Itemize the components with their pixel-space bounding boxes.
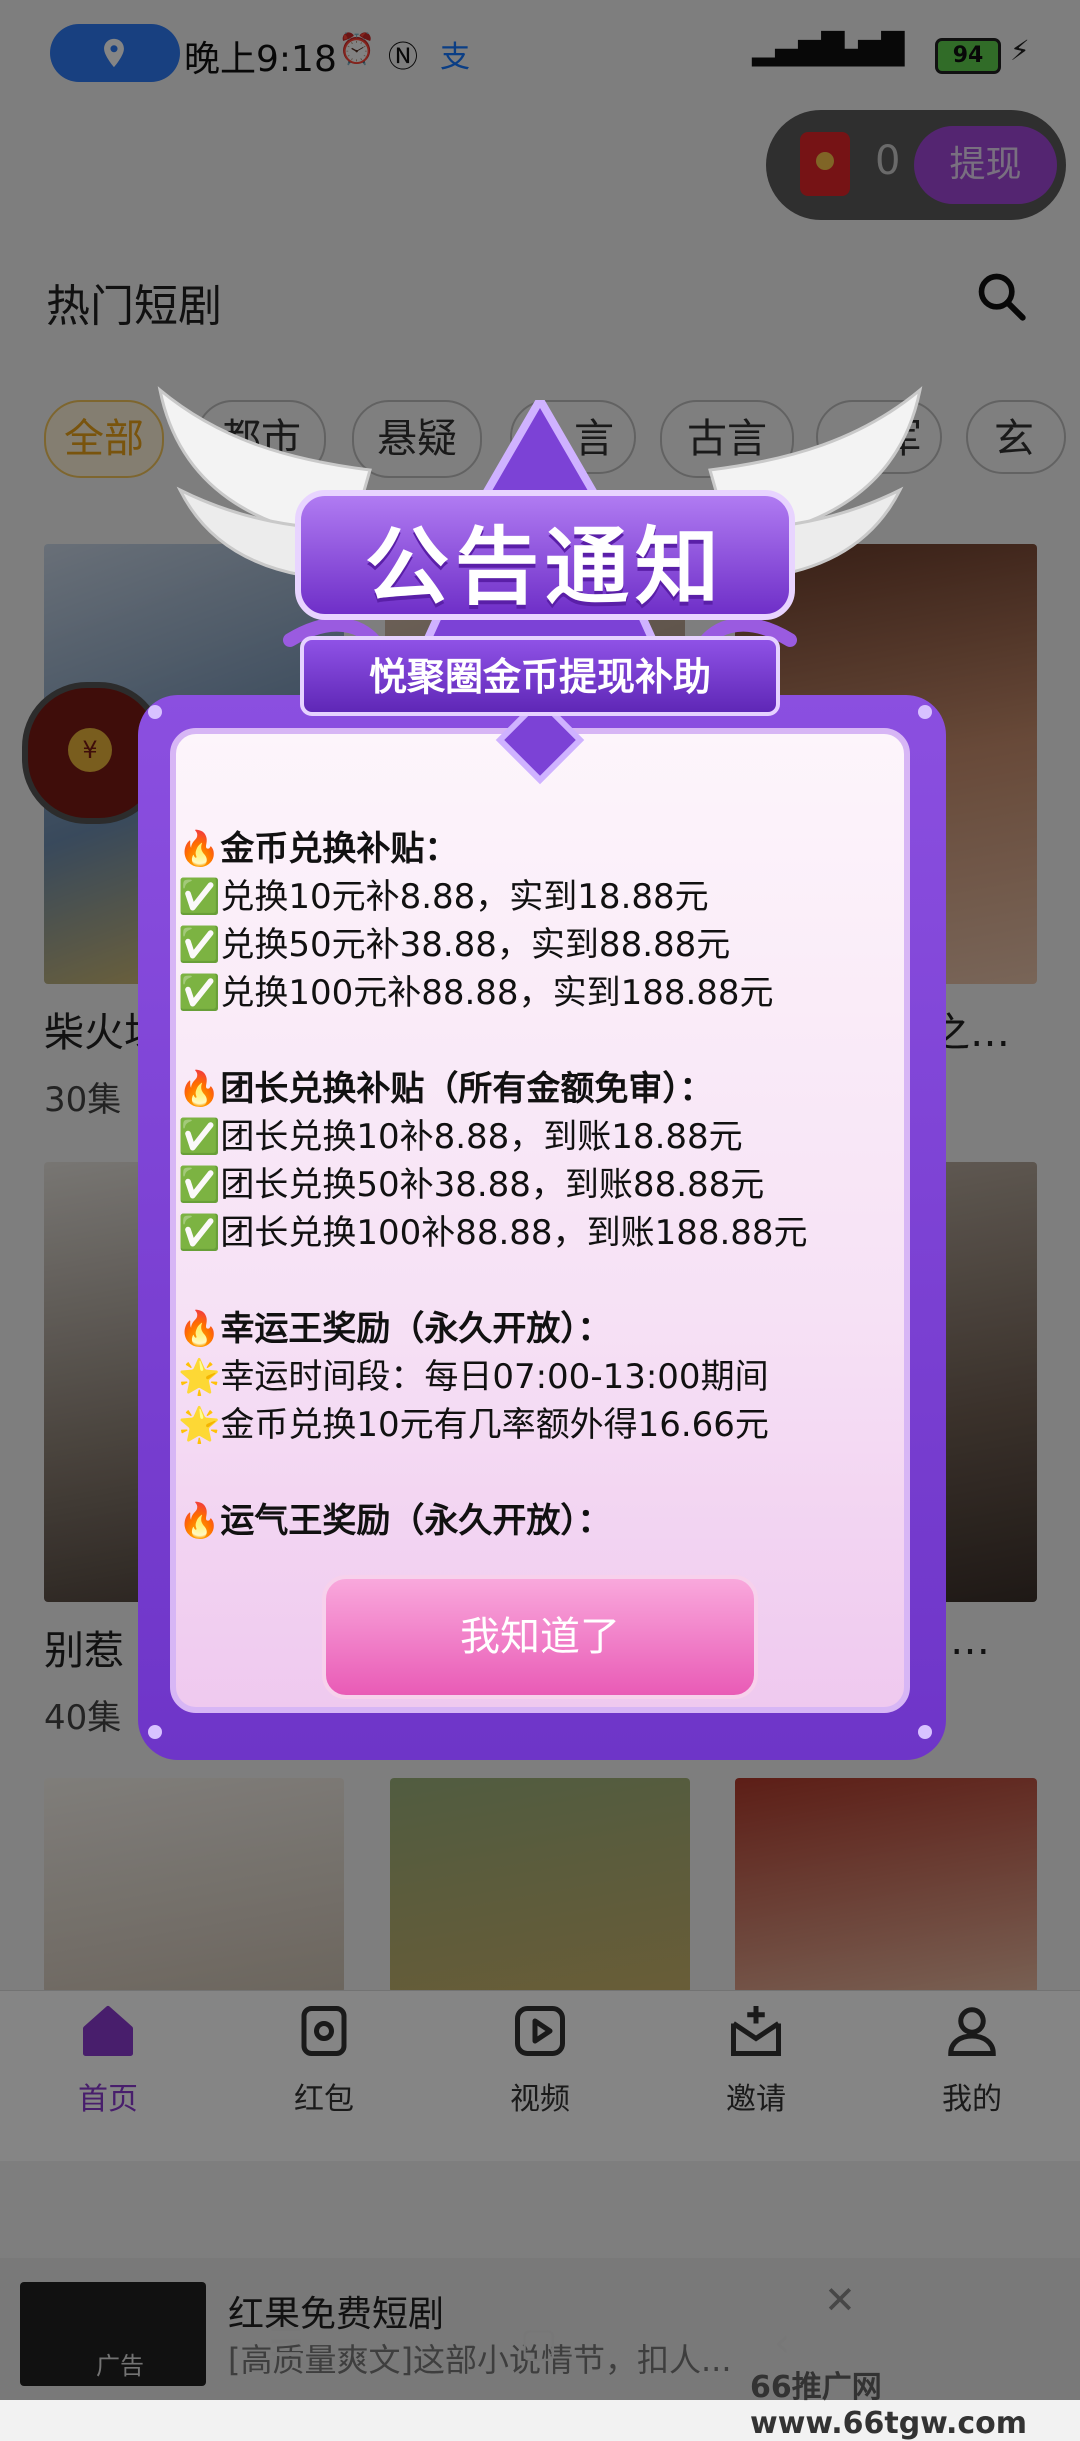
- notice-spacer: [178, 1017, 898, 1065]
- notice-line: ✅兑换50元补38.88，实到88.88元: [178, 925, 731, 965]
- notice-spacer: [178, 1449, 898, 1497]
- home-square-icon[interactable]: ▢: [520, 2320, 558, 2366]
- notice-line: 🌟幸运时间段：每日07:00-13:00期间: [178, 1357, 769, 1397]
- notice-content: 🔥金币兑换补贴： ✅兑换10元补8.88，实到18.88元 ✅兑换50元补38.…: [178, 825, 898, 1545]
- notice-heading: 🔥团长兑换补贴（所有金额免审）：: [178, 1069, 714, 1109]
- notice-line: ✅兑换100元补88.88，实到188.88元: [178, 973, 774, 1013]
- frame-bolt: [148, 705, 162, 719]
- notice-heading: 🔥运气王奖励（永久开放）：: [178, 1501, 612, 1541]
- notice-line: ✅团长兑换10补8.88，到账18.88元: [178, 1117, 743, 1157]
- frame-bolt: [148, 1725, 162, 1739]
- modal-title: 公告通知: [364, 518, 725, 616]
- notice-heading: 🔥金币兑换补贴：: [178, 829, 459, 869]
- notice-line: ✅团长兑换50补38.88，到账88.88元: [178, 1165, 765, 1205]
- acknowledge-button[interactable]: 我知道了: [322, 1575, 758, 1699]
- menu-icon[interactable]: ☰: [268, 2320, 304, 2366]
- watermark: 66推广网www.66tgw.com: [750, 2370, 1028, 2441]
- notice-spacer: [178, 1257, 898, 1305]
- modal-subtitle: 悦聚圈金币提现补助: [368, 655, 711, 699]
- notice-heading: 🔥幸运王奖励（永久开放）：: [178, 1309, 612, 1349]
- frame-bolt: [918, 705, 932, 719]
- notice-line: 🌟金币兑换10元有几率额外得16.66元: [178, 1405, 769, 1445]
- notice-line: ✅团长兑换100补88.88，到账188.88元: [178, 1213, 808, 1253]
- notice-line: ✅兑换10元补8.88，实到18.88元: [178, 877, 709, 917]
- back-icon[interactable]: ‹: [774, 2320, 790, 2366]
- frame-bolt: [918, 1725, 932, 1739]
